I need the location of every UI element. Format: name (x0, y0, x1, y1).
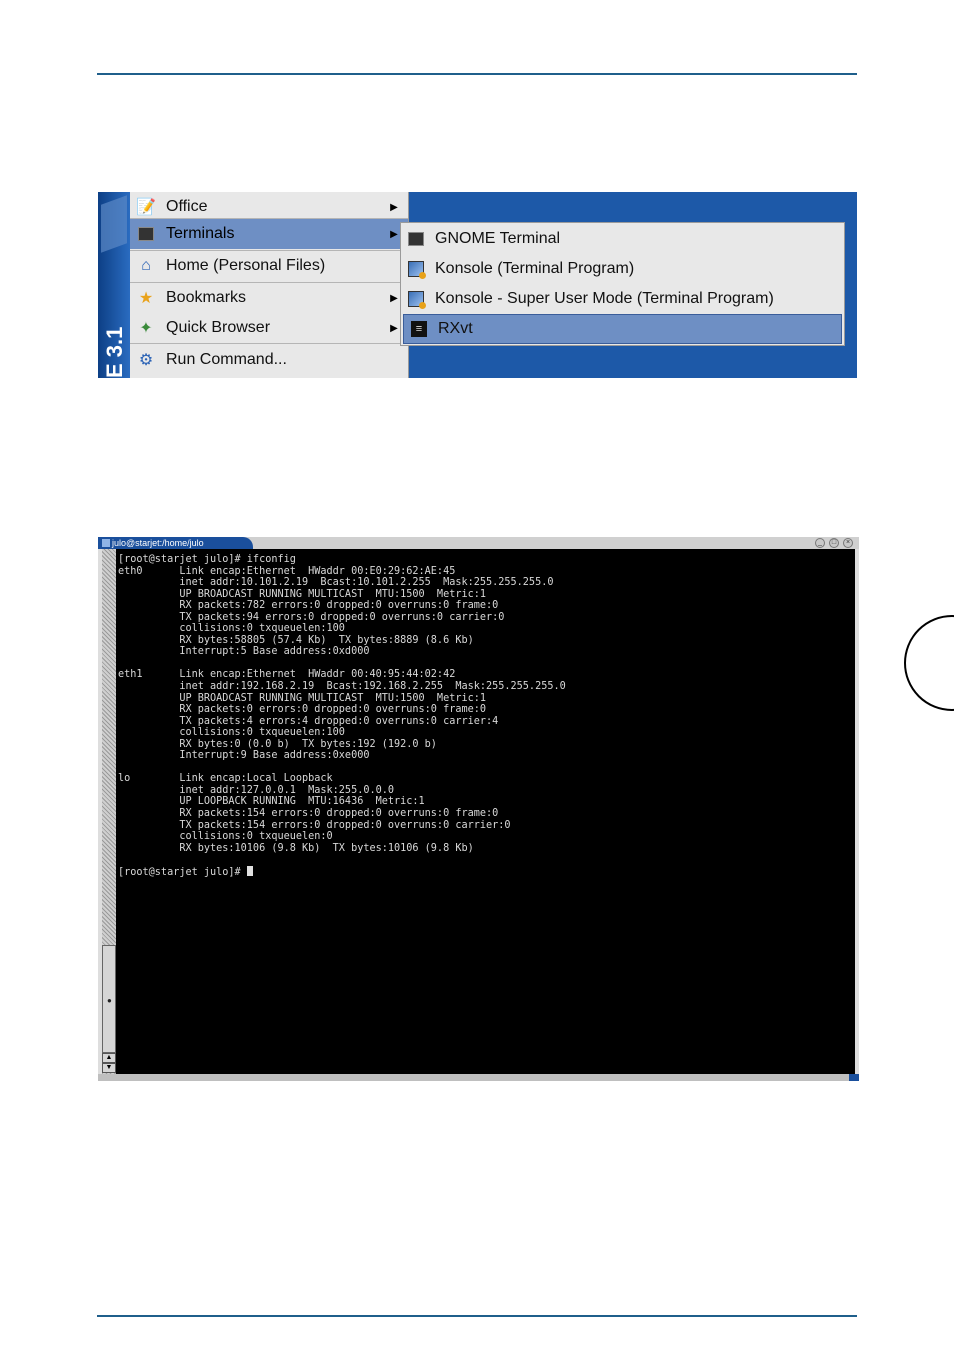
terminal-line: RX packets:782 errors:0 dropped:0 overru… (179, 600, 499, 612)
menu-item-label: Home (Personal Files) (166, 257, 326, 274)
terminal-line: UP LOOPBACK RUNNING MTU:16436 Metric:1 (179, 796, 425, 808)
text-cursor (246, 865, 253, 876)
kde-menu-screenshot: E 3.1 📝 Office ▶ Terminals ▶ ⌂ Home (Per… (98, 192, 857, 378)
menu-item-bookmarks[interactable]: ★ Bookmarks ▶ (130, 283, 408, 313)
terminal-line: TX packets:154 errors:0 dropped:0 overru… (179, 819, 511, 831)
scroll-grip-icon: ● (107, 996, 112, 1005)
office-icon: 📝 (136, 199, 156, 216)
kde-side-banner: E 3.1 (98, 192, 130, 378)
window-title: julo@starjet:/home/julo (112, 538, 204, 548)
konsole-icon (405, 259, 427, 279)
konsole-su-icon (405, 289, 427, 309)
terminal-line: RX packets:154 errors:0 dropped:0 overru… (179, 808, 499, 820)
window-menu-icon[interactable] (102, 539, 110, 547)
menu-item-label: Bookmarks (166, 289, 247, 306)
terminal-line: RX bytes:0 (0.0 b) TX bytes:192 (192.0 b… (179, 738, 437, 750)
rxvt-terminal-window: julo@starjet:/home/julo _ □ × ● ▲ ▼ [roo… (98, 537, 859, 1081)
window-bottom-border (98, 1074, 859, 1081)
gnome-terminal-icon (405, 229, 427, 249)
terminal-line: RX packets:0 errors:0 dropped:0 overruns… (179, 704, 487, 716)
kde-version-label: E 3.1 (102, 326, 127, 378)
top-rule (97, 73, 857, 75)
terminal-line: UP BROADCAST RUNNING MULTICAST MTU:1500 … (179, 692, 487, 704)
terminal-output: [root@starjet julo]# ifconfig eth0 Link … (118, 554, 566, 878)
menu-item-home[interactable]: ⌂ Home (Personal Files) (130, 251, 408, 281)
close-icon[interactable]: × (843, 538, 853, 548)
menu-item-run-command[interactable]: ⚙ Run Command... (130, 345, 408, 375)
submenu-item-gnome-terminal[interactable]: GNOME Terminal (401, 224, 844, 254)
terminal-prompt: [root@starjet julo]# (118, 866, 247, 878)
terminal-line: TX packets:94 errors:0 dropped:0 overrun… (179, 611, 505, 623)
terminal-line: lo Link encap:Local Loopback (118, 773, 333, 785)
terminal-line: eth1 Link encap:Ethernet HWaddr 00:40:95… (118, 669, 456, 681)
terminal-line: inet addr:127.0.0.1 Mask:255.0.0.0 (179, 784, 395, 796)
terminal-line: TX packets:4 errors:4 dropped:0 overruns… (179, 715, 499, 727)
submenu-item-label: RXvt (438, 320, 473, 337)
terminal-line: inet addr:10.101.2.19 Bcast:10.101.2.255… (179, 577, 554, 589)
terminal-line: collisions:0 txqueuelen:0 (179, 831, 333, 843)
terminal-line: inet addr:192.168.2.19 Bcast:192.168.2.2… (179, 681, 566, 693)
window-title-tab[interactable]: julo@starjet:/home/julo (98, 537, 253, 549)
terminal-line: collisions:0 txqueuelen:100 (179, 727, 345, 739)
terminal-line: RX bytes:58805 (57.4 Kb) TX bytes:8889 (… (179, 634, 474, 646)
menu-item-label: Terminals (166, 225, 235, 242)
scroll-up-icon[interactable]: ▲ (102, 1053, 116, 1063)
terminal-line: UP BROADCAST RUNNING MULTICAST MTU:1500 … (179, 588, 487, 600)
resize-grip-icon[interactable] (849, 1074, 859, 1081)
submenu-item-label: GNOME Terminal (435, 230, 561, 247)
quick-browser-icon: ✦ (139, 320, 153, 337)
rxvt-icon: ≡ (408, 319, 430, 339)
submenu-item-konsole[interactable]: Konsole (Terminal Program) (401, 254, 844, 284)
terminal-icon (134, 223, 158, 245)
menu-item-quick-browser[interactable]: ✦ Quick Browser ▶ (130, 313, 408, 343)
scroll-down-icon[interactable]: ▼ (102, 1063, 116, 1073)
chapter-tab-circle (904, 615, 954, 711)
terminal-line: RX bytes:10106 (9.8 Kb) TX bytes:10106 (… (179, 842, 474, 854)
submenu-arrow-icon: ▶ (390, 201, 398, 213)
menu-item-label: Run Command... (166, 351, 287, 368)
scrollbar-thumb[interactable]: ● (102, 945, 116, 1053)
menu-item-label: Quick Browser (166, 319, 271, 336)
menu-item-label: Office (166, 198, 208, 215)
k-menu: 📝 Office ▶ Terminals ▶ ⌂ Home (Personal … (130, 192, 409, 378)
maximize-icon[interactable]: □ (829, 538, 839, 548)
scrollbar[interactable]: ● ▲ ▼ (102, 549, 116, 1074)
terminal-lines: [root@starjet julo]# ifconfig eth0 Link … (118, 554, 566, 854)
submenu-item-rxvt[interactable]: ≡ RXvt (403, 314, 842, 344)
star-icon: ★ (138, 290, 154, 307)
submenu-item-konsole-super-user[interactable]: Konsole - Super User Mode (Terminal Prog… (401, 284, 844, 314)
home-icon: ⌂ (141, 257, 151, 274)
terminal-line: Interrupt:5 Base address:0xd000 (179, 646, 370, 658)
run-command-icon: ⚙ (138, 352, 154, 369)
terminal-line: Interrupt:9 Base address:0xe000 (179, 750, 370, 762)
menu-separator (130, 343, 408, 344)
bottom-rule (97, 1315, 857, 1317)
terminals-submenu: GNOME Terminal Konsole (Terminal Program… (400, 222, 845, 346)
submenu-item-label: Konsole (Terminal Program) (435, 260, 635, 277)
terminal-line: collisions:0 txqueuelen:100 (179, 623, 345, 635)
terminal-screen[interactable]: [root@starjet julo]# ifconfig eth0 Link … (116, 549, 855, 1074)
window-controls: _ □ × (815, 538, 853, 548)
title-bar: julo@starjet:/home/julo _ □ × (98, 537, 859, 549)
terminal-line: eth0 Link encap:Ethernet HWaddr 00:E0:29… (118, 565, 456, 577)
kde-logo-icon (101, 195, 127, 253)
submenu-item-label: Konsole - Super User Mode (Terminal Prog… (435, 290, 774, 307)
minimize-icon[interactable]: _ (815, 538, 825, 548)
menu-item-terminals[interactable]: Terminals ▶ (130, 219, 408, 249)
terminal-line: [root@starjet julo]# ifconfig (118, 554, 296, 565)
